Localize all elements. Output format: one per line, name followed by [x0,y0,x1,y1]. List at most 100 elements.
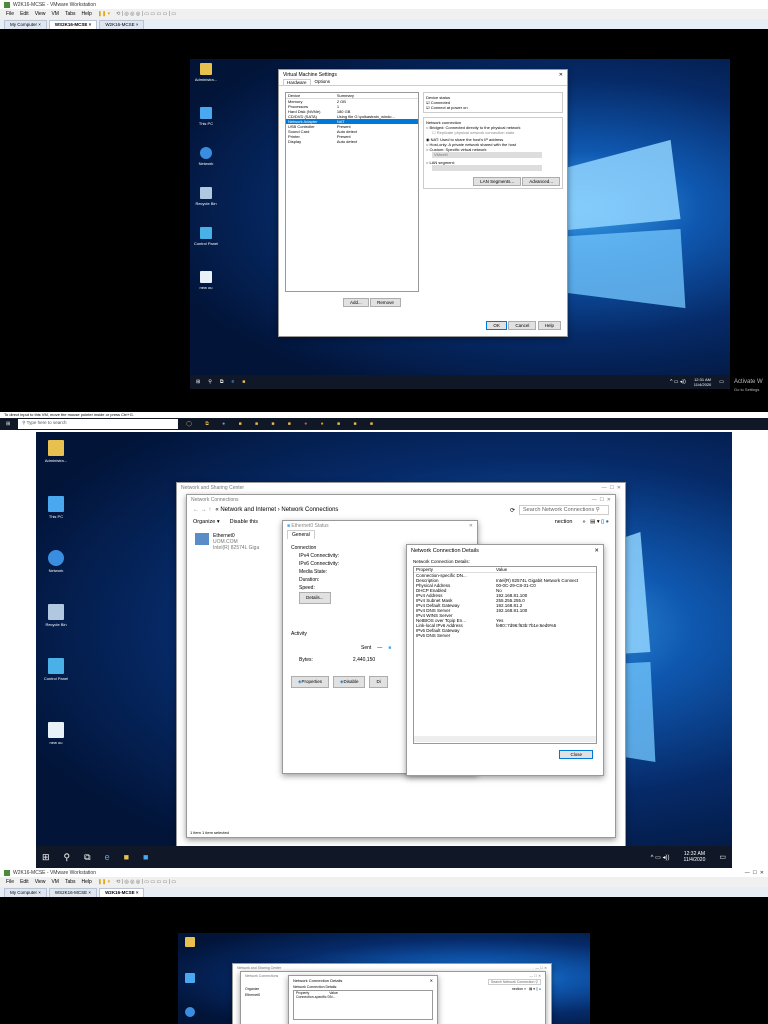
tab-general[interactable]: General [287,530,315,539]
ie-icon[interactable]: e [231,379,234,385]
notification-icon[interactable]: ▭ [719,379,724,385]
tab-w2k16[interactable]: W2K16-MCSE × [99,19,145,29]
menu-tabs[interactable]: Tabs [65,11,76,17]
tab-ws2k16[interactable]: WS2K16-MCSE × [48,19,98,29]
device-list[interactable]: Device Summary Memory 2 GB Processors 1 Har… [285,92,419,292]
tab-hardware[interactable]: Hardware [283,79,311,85]
close-icon[interactable]: ✕ [559,72,563,78]
view-icons[interactable]: » ▤ ▾ ▯ ● [582,519,609,525]
host-search-box[interactable]: ⚲ Type here to search [18,419,179,429]
menu-tabs[interactable]: Tabs [65,879,76,885]
menu-vm[interactable]: VM [51,879,59,885]
desktop-icon-new-ou[interactable]: new ou [40,722,72,745]
task-view-icon[interactable]: ⧉ [220,379,224,385]
desktop-icon-admin[interactable] [180,937,200,949]
breadcrumb[interactable]: « Network and Internet › Network Connect… [215,507,506,513]
search-icon[interactable]: ⚲ [208,379,212,385]
help-button[interactable]: Help [537,321,561,330]
desktop-icon-this-pc[interactable]: This PC [40,496,72,519]
explorer-icon[interactable]: ■ [124,852,129,862]
advanced-button[interactable]: Advanced... [522,177,560,186]
vmnet-select[interactable]: VMnet0 [432,152,542,158]
ie-icon[interactable]: e [105,852,110,862]
vm-desktop[interactable]: Administra... This PC Network Recycle Bi… [190,59,730,389]
desktop-icon-recycle-bin[interactable]: Recycle Bin [192,187,220,206]
search-box[interactable]: Search Network Connection ⚲ [487,979,541,985]
organize-menu[interactable]: Organize [245,987,259,991]
desktop-icon-recycle-bin[interactable]: Recycle Bin [40,604,72,627]
search-icon[interactable]: ⚲ [64,852,71,863]
menu-help[interactable]: Help [82,879,92,885]
adapter-item[interactable]: Ethernet0 UOM.COM Intel(R) 82574L Giga [195,533,259,551]
diagnose-button[interactable]: Di [369,676,388,688]
desktop-icon-control-panel[interactable]: Control Panel [40,658,72,681]
replicate-checkbox[interactable]: ☐ Replicate physical network connection … [426,130,560,135]
tab-my-computer[interactable]: My Computer × [4,887,47,897]
task-view-icon[interactable]: ⧉ [84,852,90,863]
add-button[interactable]: Add... [343,298,369,307]
menu-vm[interactable]: VM [51,11,59,17]
tab-w2k16[interactable]: W2K16-MCSE × [99,887,145,897]
vm-desktop[interactable]: Network and Sharing Center — ☐ ✕ Network … [178,933,590,1024]
table-row[interactable]: IPv6 DNS Server [414,633,596,638]
desktop-icon-network[interactable] [180,1007,200,1019]
pause-icon[interactable]: ❚❚ ▾ [98,879,110,885]
ok-button[interactable]: OK [486,321,507,330]
window-controls[interactable]: — ☐ ✕ [592,497,611,503]
section-label[interactable]: nection » ▤ ▾ ▯ ● [512,987,541,991]
tray-icons[interactable]: ^ ▭ ◂)) [651,854,670,861]
close-icon[interactable]: ✕ [469,523,473,529]
disable-button[interactable]: ◈Disable [332,676,366,688]
window-controls[interactable]: — ☐ ✕ [602,485,621,491]
desktop-icon-this-pc[interactable]: This PC [192,107,220,126]
menu-view[interactable]: View [35,879,46,885]
pause-icon[interactable]: ❚❚ ▾ [98,11,110,17]
details-list[interactable]: Property Value Connection-specific DN... [293,990,433,1020]
menu-view[interactable]: View [35,11,46,17]
start-icon[interactable]: ⊞ [42,852,50,863]
nav-arrows[interactable]: ← → ↑ [193,507,211,513]
refresh-icon[interactable]: ⟳ [510,507,515,514]
menu-file[interactable]: File [6,879,14,885]
explorer-icon[interactable]: ■ [242,379,245,385]
clock[interactable]: 12:32 AM 11/4/2020 [684,851,706,863]
lan-segment-select[interactable] [432,165,542,171]
toolbar-icons[interactable]: ⟲ | ◎ ◎ ◎ | ▭ ▭ ▭ ▭ | ▭ [116,879,176,885]
window-controls[interactable]: — ☐ ✕ [535,966,547,970]
disable-device-button[interactable]: Disable this [230,519,258,525]
tab-options[interactable]: Options [315,79,331,85]
tray-icons[interactable]: ^ ▭ ◂)) [670,379,686,385]
lan-segments-button[interactable]: LAN Segments... [473,177,522,186]
clock[interactable]: 12:31 AM 11/4/2020 [694,377,712,387]
search-box[interactable]: Search Network Connections ⚲ [519,505,609,515]
device-row[interactable]: Display Auto detect [286,139,418,144]
tab-my-computer[interactable]: My Computer × [4,19,47,29]
cancel-button[interactable]: Cancel [508,321,537,330]
window-controls[interactable]: — ☐ ✕ [529,974,541,978]
vm-display-area[interactable]: Administra... This PC Network Recycle Bi… [0,29,768,412]
details-list[interactable]: Property Value Connection-specific DN... … [413,566,597,744]
desktop-icon-admin[interactable]: Administra... [192,63,220,82]
close-icon[interactable]: ✕ [594,548,599,554]
close-icon[interactable]: ✕ [430,978,433,983]
vm-display-area[interactable]: Network and Sharing Center — ☐ ✕ Network … [0,897,768,1024]
host-taskbar-apps[interactable]: ◯ ⧉ ● ■ ■ ■ ■ ● ● ■ ■ ■ [186,421,379,427]
menu-edit[interactable]: Edit [20,879,29,885]
section-label[interactable]: nection [555,519,573,525]
desktop-icon-control-panel[interactable]: Control Panel [192,227,220,246]
desktop-icon-network[interactable]: Network [40,550,72,573]
notification-icon[interactable]: ▭ [719,853,726,861]
desktop-icon-this-pc[interactable] [180,973,200,985]
tab-ws2k16[interactable]: WS2K16-MCSE × [48,887,98,897]
details-button[interactable]: Details... [299,592,331,604]
menu-edit[interactable]: Edit [20,11,29,17]
table-row[interactable]: Connection-specific DN... [294,995,432,999]
close-button[interactable]: Close [559,750,593,759]
connect-power-checkbox[interactable]: ☑ Connect at power on [426,105,560,110]
network-app-icon[interactable]: ■ [143,852,148,862]
toolbar-icons[interactable]: ⟲ | ◎ ◎ ◎ | ▭ ▭ ▭ ▭ | ▭ [116,11,176,17]
window-controls[interactable]: — ☐ ✕ [745,870,764,876]
desktop-icon-admin[interactable]: Administra... [40,440,72,463]
properties-button[interactable]: ◈Properties [291,676,329,688]
horizontal-scrollbar[interactable] [414,736,596,742]
